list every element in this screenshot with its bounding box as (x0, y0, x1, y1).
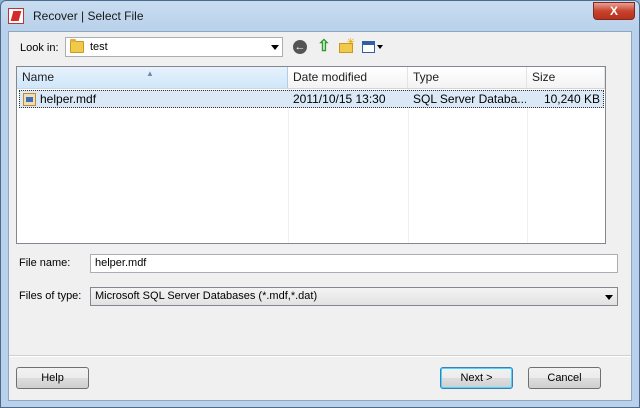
next-button[interactable]: Next > (440, 367, 513, 389)
close-button[interactable]: X (593, 2, 635, 20)
file-type-value: Microsoft SQL Server Databases (*.mdf,*.… (95, 290, 318, 302)
column-header-name[interactable]: ▲ Name (17, 67, 288, 88)
column-header-date-modified[interactable]: Date modified (288, 67, 408, 88)
file-type-dropdown[interactable]: Microsoft SQL Server Databases (*.mdf,*.… (90, 287, 618, 306)
cancel-button[interactable]: Cancel (528, 367, 601, 389)
divider (9, 355, 631, 357)
recover-dialog: Recover | Select File X Look in: test ← … (0, 0, 640, 408)
dialog-body: Look in: test ← ⇧ ✳ ▲ Name Date modified… (8, 31, 632, 401)
file-name-label: File name: (19, 257, 71, 269)
column-divider (288, 89, 289, 243)
list-header: ▲ Name Date modified Type Size (17, 67, 605, 89)
help-button[interactable]: Help (16, 367, 89, 389)
column-divider (527, 89, 528, 243)
app-icon (8, 8, 24, 24)
file-size-cell: 10,240 KB (543, 92, 600, 106)
title-bar[interactable]: Recover | Select File X (1, 1, 639, 31)
view-menu-icon[interactable] (361, 38, 385, 56)
look-in-dropdown[interactable]: test (65, 37, 283, 57)
column-header-size[interactable]: Size (527, 67, 605, 88)
file-row-selected[interactable]: helper.mdf 2011/10/15 13:30 SQL Server D… (19, 90, 604, 108)
file-type-cell: SQL Server Databa... (413, 92, 526, 106)
column-header-type[interactable]: Type (408, 67, 527, 88)
back-icon[interactable]: ← (291, 38, 309, 56)
folder-icon (70, 39, 84, 53)
window-title: Recover | Select File (33, 9, 144, 23)
new-folder-icon[interactable]: ✳ (337, 38, 355, 56)
file-type-label: Files of type: (19, 290, 82, 302)
look-in-value: test (90, 41, 108, 53)
file-name-input[interactable]: helper.mdf (90, 254, 618, 273)
look-in-label: Look in: (20, 42, 59, 54)
file-list[interactable]: ▲ Name Date modified Type Size helper.md… (16, 66, 606, 244)
chevron-down-icon (605, 295, 613, 300)
database-file-icon (23, 93, 36, 106)
up-folder-icon[interactable]: ⇧ (315, 38, 333, 56)
chevron-down-icon (271, 45, 279, 50)
file-date-cell: 2011/10/15 13:30 (293, 92, 386, 106)
column-divider (408, 89, 409, 243)
file-name-cell: helper.mdf (40, 92, 97, 106)
sort-ascending-icon: ▲ (146, 69, 154, 78)
